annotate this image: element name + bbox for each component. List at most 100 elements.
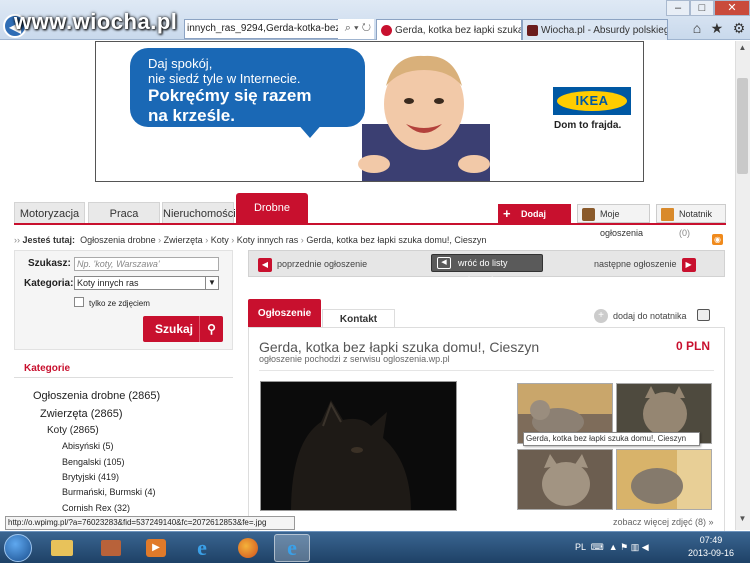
listing-source: ogłoszenie pochodzi z serwisu ogloszenia…: [259, 354, 450, 364]
rss-icon[interactable]: ◉: [712, 234, 723, 245]
more-photos-link[interactable]: zobacz więcej zdjęć (8) »: [613, 517, 714, 527]
my-listings-button[interactable]: Moje ogłoszenia: [577, 204, 650, 238]
notebook-icon: [661, 208, 674, 221]
search-input[interactable]: Np. 'koty, Warszawa': [74, 257, 219, 271]
banner-line-3: Pokręćmy się razem: [148, 86, 312, 105]
volume-icon[interactable]: ◀: [642, 542, 649, 552]
start-button[interactable]: [4, 534, 32, 562]
browser-tab[interactable]: Wiocha.pl - Absurdy polskiego...: [522, 19, 668, 40]
language-indicator[interactable]: PL: [575, 542, 586, 552]
breadcrumb-sep-icon: ›: [158, 235, 162, 245]
scroll-down-icon[interactable]: ▼: [735, 512, 750, 526]
wiocha-favicon-icon: [527, 24, 538, 36]
next-listing-button[interactable]: następne ogłoszenie ▶: [594, 256, 696, 273]
category-item[interactable]: Zwierzęta (2865): [40, 408, 123, 420]
category-item[interactable]: Brytyjski (419): [62, 472, 119, 482]
taskbar-firefox[interactable]: [230, 534, 266, 562]
cat-thumbnail-image: [617, 450, 711, 509]
ikea-logo[interactable]: IKEA: [553, 87, 631, 115]
taskbar-internet-explorer[interactable]: e: [184, 534, 220, 562]
taskbar-internet-explorer-active[interactable]: e: [274, 534, 310, 562]
category-item[interactable]: Cornish Rex (32): [62, 503, 130, 513]
briefcase-app-icon: [101, 540, 121, 556]
tab-listing[interactable]: Ogłoszenie: [248, 299, 321, 328]
nav-tab-motoryzacja[interactable]: Motoryzacja: [14, 202, 85, 224]
refresh-icon[interactable]: ↻: [362, 22, 371, 34]
system-tray: PL ⌨ ▲ ⚑ ▥ ◀: [575, 537, 649, 557]
taskbar-app[interactable]: [93, 534, 129, 562]
clock-date: 2013-09-16: [687, 548, 735, 558]
dropdown-icon[interactable]: ▾: [354, 22, 359, 34]
favorites-star-icon[interactable]: ★: [711, 19, 724, 39]
prev-listing-button[interactable]: ◀ poprzednie ogłoszenie: [258, 256, 367, 273]
browser-toolbar-icons: ⌂ ★ ⚙: [688, 19, 750, 39]
prev-listing-label: poprzednie ogłoszenie: [277, 259, 368, 269]
nav-tab-drobne[interactable]: Drobne: [236, 193, 308, 224]
minimize-button[interactable]: –: [666, 0, 690, 16]
add-listing-button[interactable]: + Dodaj ogłoszenie: [498, 204, 571, 238]
breadcrumb-item[interactable]: Koty innych ras: [237, 235, 299, 245]
keyboard-icon[interactable]: ⌨: [591, 542, 604, 552]
window-controls: – □ ✕: [660, 0, 750, 16]
photo-thumbnail[interactable]: [616, 449, 712, 510]
add-note-icon[interactable]: +: [594, 309, 608, 323]
search-button[interactable]: Szukaj ⚲: [143, 316, 223, 342]
back-to-list-label: wróć do listy ogłoszeń: [458, 258, 508, 285]
category-item[interactable]: Koty (2865): [47, 425, 99, 436]
category-select-value: Koty innych ras: [77, 278, 139, 288]
banner-line-2: nie siedź tyle w Internecie.: [148, 71, 301, 86]
taskbar-media-player[interactable]: ▶: [138, 534, 174, 562]
photo-thumbnail[interactable]: [517, 449, 613, 510]
printer-icon[interactable]: [697, 309, 710, 321]
category-item[interactable]: Abisyński (5): [62, 441, 114, 451]
home-icon[interactable]: ⌂: [693, 19, 701, 39]
tray-arrow-icon[interactable]: ▲: [609, 542, 618, 552]
breadcrumb-item[interactable]: Ogłoszenia drobne: [80, 235, 156, 245]
notebook-button[interactable]: Notatnik (0): [656, 204, 726, 238]
cat-thumbnail-image: [518, 450, 612, 509]
ikea-logo-text: IKEA: [557, 91, 627, 111]
scrollbar-thumb[interactable]: [737, 78, 748, 174]
taskbar-explorer[interactable]: [44, 534, 80, 562]
add-to-notes-link[interactable]: dodaj do notatnika: [613, 311, 687, 321]
search-button-label: Szukaj: [155, 322, 194, 336]
maximize-button[interactable]: □: [690, 0, 714, 16]
category-label: Kategoria:: [24, 278, 74, 289]
arrow-right-icon: ▶: [681, 258, 696, 272]
back-to-list-button[interactable]: ◀ wróć do listy ogłoszeń: [431, 254, 543, 285]
breadcrumb-prefix: Jesteś tutaj:: [22, 235, 76, 245]
network-icon[interactable]: ▥: [631, 542, 640, 552]
query-label: Szukasz:: [28, 258, 71, 269]
close-window-button[interactable]: ✕: [714, 0, 750, 16]
ikea-banner-ad[interactable]: Daj spokój, nie siedź tyle w Internecie.…: [95, 41, 644, 182]
photos-only-checkbox[interactable]: [74, 297, 84, 307]
breadcrumb-current: Gerda, kotka bez łapki szuka domu!, Cies…: [306, 235, 487, 245]
clock-time: 07:49: [699, 535, 723, 545]
arrow-left-icon: ◀: [258, 258, 272, 272]
flag-icon[interactable]: ⚑: [620, 542, 628, 552]
browser-tab-label: Gerda, kotka bez łapki szuka...: [395, 24, 522, 36]
category-item[interactable]: Bengalski (105): [62, 457, 125, 467]
category-item[interactable]: Ogłoszenia drobne (2865): [33, 390, 160, 402]
photo-tooltip: Gerda, kotka bez łapki szuka domu!, Cies…: [523, 432, 700, 446]
nav-tab-nieruchomosci[interactable]: Nieruchomości: [162, 202, 236, 224]
tab-contact[interactable]: Kontakt: [322, 309, 395, 328]
category-item[interactable]: Burmański, Burmski (4): [62, 487, 156, 497]
main-photo[interactable]: [260, 381, 457, 511]
scroll-up-icon[interactable]: ▲: [735, 41, 750, 55]
briefcase-icon: [582, 208, 595, 221]
list-icon: ◀: [437, 257, 451, 269]
breadcrumb-chevron-icon: ››: [14, 235, 20, 245]
ie-icon: e: [287, 535, 297, 560]
gear-icon[interactable]: ⚙: [733, 19, 746, 39]
breadcrumb-sep-icon: ›: [300, 235, 304, 245]
nav-tab-praca[interactable]: Praca: [88, 202, 160, 224]
category-select[interactable]: Koty innych ras ▼: [74, 276, 219, 290]
breadcrumb-item[interactable]: Koty: [211, 235, 229, 245]
clock[interactable]: 07:49 2013-09-16: [680, 534, 742, 562]
breadcrumb-sep-icon: ›: [205, 235, 209, 245]
search-icon[interactable]: ⌕: [345, 22, 351, 34]
status-bar-url: http://o.wpimg.pl/?a=76023283&fid=537249…: [5, 516, 295, 530]
browser-tab-active[interactable]: Gerda, kotka bez łapki szuka... ✕: [376, 19, 522, 40]
breadcrumb-item[interactable]: Zwierzęta: [164, 235, 203, 245]
